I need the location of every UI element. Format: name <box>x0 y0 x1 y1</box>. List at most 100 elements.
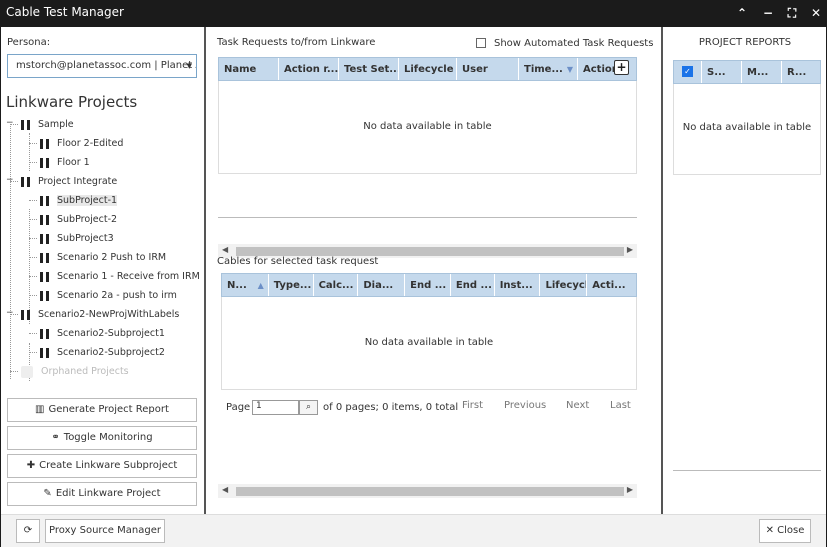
project-icon <box>40 328 49 339</box>
tree-subproject-node[interactable]: SubProject-2 <box>40 211 117 228</box>
scroll-thumb[interactable] <box>236 487 624 496</box>
middle-panel: Task Requests to/from Linkware Show Auto… <box>208 27 663 514</box>
main-window: Persona: mstorch@planetassoc.com | Plane… <box>1 27 826 547</box>
column-header[interactable]: Acti... <box>587 274 636 296</box>
persona-value: mstorch@planetassoc.com | Planet A <box>16 60 197 71</box>
project-icon <box>40 138 49 149</box>
refresh-icon[interactable]: ⟳ <box>16 519 40 543</box>
search-icon[interactable]: ⌕ <box>299 400 318 415</box>
window-title: Cable Test Manager <box>6 5 124 19</box>
column-header[interactable]: Lifecycle <box>540 274 588 296</box>
proxy-source-manager-button[interactable]: Proxy Source Manager <box>45 519 165 543</box>
tree-connector <box>29 238 37 239</box>
toggle-monitoring-button[interactable]: ⚭ Toggle Monitoring <box>7 426 197 450</box>
footer-bar: ⟳ Proxy Source Manager ✕ Close <box>1 514 826 547</box>
tree-node-label: SubProject-1 <box>57 195 118 206</box>
cables-grid-hscroll[interactable]: ◀ ▶ <box>218 484 637 498</box>
tree-connector <box>29 133 30 171</box>
project-icon <box>40 195 49 206</box>
add-column-icon[interactable]: + <box>614 60 629 75</box>
column-header-name[interactable]: N... ▲ <box>222 274 269 296</box>
tree-node-label: Scenario 2a - push to irm <box>57 290 177 301</box>
column-header[interactable]: User <box>457 58 519 80</box>
previous-page-link[interactable]: Previous <box>504 400 546 411</box>
project-reports-title: PROJECT REPORTS <box>698 37 792 48</box>
tree-subproject-node[interactable]: Scenario 2a - push to irm <box>40 287 177 304</box>
show-automated-label: Show Automated Task Requests <box>494 38 654 49</box>
persona-select[interactable]: mstorch@planetassoc.com | Planet A ▼ <box>7 54 197 78</box>
column-header-time[interactable]: Time... ▼ <box>519 58 578 80</box>
column-header[interactable]: Name <box>219 58 279 80</box>
collapse-toggle-icon[interactable]: − <box>6 175 14 185</box>
column-header[interactable]: R... <box>782 61 820 83</box>
plus-icon: ✚ <box>26 460 36 471</box>
edit-project-button[interactable]: ✎ Edit Linkware Project <box>7 482 197 506</box>
next-page-link[interactable]: Next <box>566 400 589 411</box>
tree-subproject-node[interactable]: Scenario 1 - Receive from IRM <box>40 268 200 285</box>
column-header[interactable]: Action r... <box>279 58 339 80</box>
tree-subproject-node[interactable]: Floor 2-Edited <box>40 135 123 152</box>
select-all-cell[interactable]: ✓ <box>674 61 702 83</box>
tree-connector <box>29 143 37 144</box>
report-icon: ▥ <box>35 404 45 415</box>
reports-grid-empty: No data available in table <box>682 122 812 133</box>
scroll-right-icon[interactable]: ▶ <box>627 485 633 494</box>
tree-connector <box>10 371 18 372</box>
task-grid-empty: No data available in table <box>363 121 492 132</box>
minimize-window-button[interactable]: − <box>760 5 776 21</box>
tree-project-node[interactable]: Scenario2-NewProjWithLabels <box>21 306 179 323</box>
column-header[interactable]: Lifecycle St <box>399 58 457 80</box>
binoculars-icon: ⚭ <box>51 432 60 443</box>
page-label: Page <box>226 402 251 413</box>
collapse-toggle-icon[interactable]: − <box>6 118 14 128</box>
column-header[interactable]: Test Set... <box>339 58 399 80</box>
project-icon <box>40 252 49 263</box>
tree-connector <box>29 333 37 334</box>
column-header[interactable]: Type... <box>269 274 314 296</box>
cables-grid-empty: No data available in table <box>364 337 494 348</box>
show-automated-checkbox[interactable] <box>476 38 486 48</box>
tree-node-label: Scenario2-Subproject2 <box>57 347 165 358</box>
column-header[interactable]: Calc... <box>314 274 359 296</box>
tree-subproject-node[interactable]: Scenario2-Subproject2 <box>40 344 165 361</box>
column-header[interactable]: S... <box>702 61 742 83</box>
collapse-window-button[interactable]: ⌃ <box>734 5 750 21</box>
tree-subproject-node[interactable]: SubProject-1 <box>40 192 118 209</box>
generate-project-report-button[interactable]: ▥ Generate Project Report <box>7 398 197 422</box>
tree-subproject-node[interactable]: Scenario2-Subproject1 <box>40 325 165 342</box>
maximize-window-button[interactable]: ⛶ <box>784 5 800 21</box>
collapse-toggle-icon[interactable]: − <box>6 308 14 318</box>
close-button[interactable]: ✕ Close <box>759 519 811 543</box>
tree-project-node[interactable]: Project Integrate <box>21 173 117 190</box>
cables-grid-body: No data available in table <box>221 297 637 390</box>
column-header[interactable]: End ... <box>451 274 495 296</box>
select-all-checkbox[interactable]: ✓ <box>682 66 693 77</box>
tree-subproject-node[interactable]: SubProject3 <box>40 230 114 247</box>
first-page-link[interactable]: First <box>462 400 483 411</box>
tree-project-node[interactable]: Sample <box>21 116 74 133</box>
pencil-icon: ✎ <box>43 488 52 499</box>
project-icon <box>21 119 30 130</box>
sort-desc-icon: ▼ <box>566 65 573 74</box>
close-window-button[interactable]: ✕ <box>808 5 824 21</box>
scroll-left-icon[interactable]: ◀ <box>222 485 228 494</box>
column-header[interactable]: Inst... <box>495 274 541 296</box>
tree-connector <box>29 200 37 201</box>
page-number-input[interactable]: 1 <box>252 400 299 415</box>
last-page-link[interactable]: Last <box>610 400 631 411</box>
left-panel: Persona: mstorch@planetassoc.com | Plane… <box>1 27 206 514</box>
tree-subproject-node[interactable]: Floor 1 <box>40 154 90 171</box>
column-header[interactable]: M... <box>742 61 782 83</box>
column-header[interactable]: Dia... <box>358 274 406 296</box>
close-icon: ✕ <box>765 525 774 536</box>
scroll-right-icon[interactable]: ▶ <box>627 245 633 254</box>
create-subproject-button[interactable]: ✚ Create Linkware Subproject <box>7 454 197 478</box>
column-header[interactable]: End ... <box>405 274 451 296</box>
tree-node-label: SubProject3 <box>57 233 114 244</box>
scroll-left-icon[interactable]: ◀ <box>222 245 228 254</box>
right-panel: PROJECT REPORTS ✓ S... M... R... No data… <box>665 27 826 514</box>
tree-subproject-node[interactable]: Scenario 2 Push to IRM <box>40 249 166 266</box>
tree-project-node[interactable]: Orphaned Projects <box>21 363 129 380</box>
task-requests-title: Task Requests to/from Linkware <box>217 37 376 48</box>
scroll-thumb[interactable] <box>236 247 624 256</box>
